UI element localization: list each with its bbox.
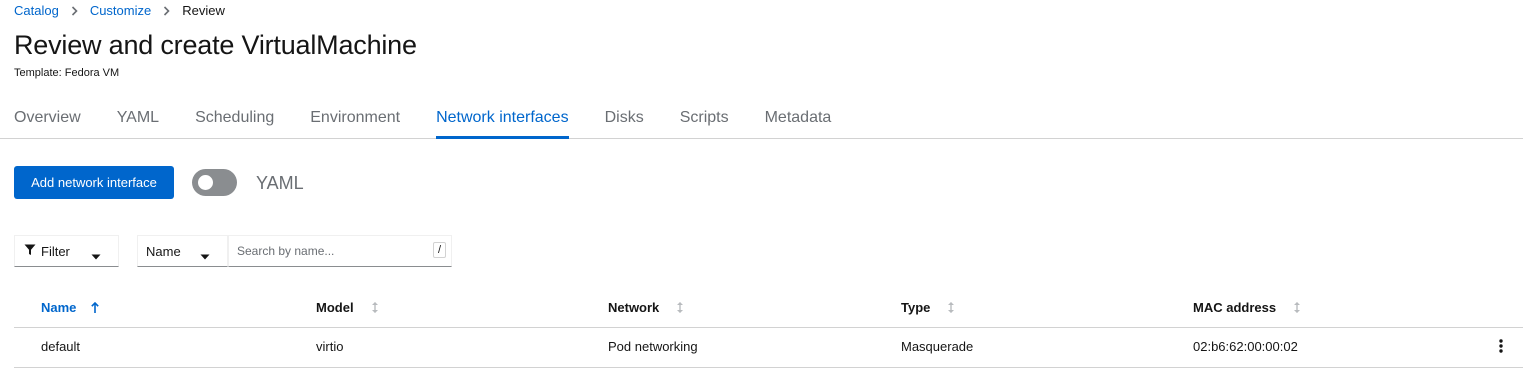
cell-model: virtio <box>316 339 344 354</box>
cell-network: Pod networking <box>608 339 698 354</box>
kebab-icon[interactable] <box>1495 338 1507 358</box>
arrows-alt-v-icon <box>947 301 955 314</box>
search-field: / <box>228 235 452 267</box>
column-label: Type <box>901 300 931 315</box>
tab-metadata[interactable]: Metadata <box>765 100 832 138</box>
column-label: Model <box>316 300 354 315</box>
breadcrumb: Catalog Customize Review <box>14 3 225 18</box>
tab-scheduling[interactable]: Scheduling <box>195 100 274 138</box>
breadcrumb-catalog-link[interactable]: Catalog <box>14 3 59 18</box>
chevron-right-icon <box>71 5 78 16</box>
yaml-toggle[interactable] <box>192 169 237 196</box>
cell-type: Masquerade <box>901 339 974 354</box>
filter-label: Filter <box>41 243 70 259</box>
tab-bar: Overview YAML Scheduling Environment Net… <box>0 100 1523 139</box>
tab-overview[interactable]: Overview <box>14 100 81 138</box>
caret-down-icon <box>91 248 101 263</box>
arrows-alt-v-icon <box>1293 301 1301 314</box>
shortcut-hint: / <box>433 242 446 258</box>
yaml-toggle-label: YAML <box>256 173 304 193</box>
page-title: Review and create VirtualMachine <box>14 30 417 60</box>
add-network-interface-button[interactable]: Add network interface <box>14 166 174 199</box>
attribute-select-label: Name <box>146 243 181 259</box>
tab-yaml[interactable]: YAML <box>117 100 159 138</box>
cell-mac-address: 02:b6:62:00:00:02 <box>1193 339 1298 354</box>
breadcrumb-customize-link[interactable]: Customize <box>90 3 151 18</box>
column-header-type[interactable]: Type <box>901 300 955 315</box>
tab-scripts[interactable]: Scripts <box>680 100 729 138</box>
arrows-alt-v-icon <box>676 301 684 314</box>
table-row: default virtio Pod networking Masquerade… <box>14 328 1523 368</box>
tab-network-interfaces[interactable]: Network interfaces <box>436 100 569 139</box>
column-header-name[interactable]: Name <box>41 300 100 315</box>
chevron-right-icon <box>163 5 170 16</box>
network-interfaces-table: Name Model Network Type MAC address defa… <box>14 288 1523 368</box>
column-label: Network <box>608 300 660 315</box>
attribute-select[interactable]: Name <box>137 235 228 267</box>
column-header-model[interactable]: Model <box>316 300 379 315</box>
column-label: MAC address <box>1193 300 1277 315</box>
table-header: Name Model Network Type MAC address <box>14 288 1523 328</box>
column-header-mac-address[interactable]: MAC address <box>1193 300 1301 315</box>
filter-icon <box>24 244 36 259</box>
arrows-alt-v-icon <box>371 301 379 314</box>
tab-environment[interactable]: Environment <box>310 100 400 138</box>
long-arrow-up-icon <box>91 301 100 314</box>
tab-disks[interactable]: Disks <box>605 100 644 138</box>
page-subtitle: Template: Fedora VM <box>14 67 120 79</box>
column-header-network[interactable]: Network <box>608 300 684 315</box>
filter-dropdown[interactable]: Filter <box>14 235 119 267</box>
toggle-knob <box>198 175 213 190</box>
cell-name: default <box>41 339 81 354</box>
caret-down-icon <box>200 248 210 263</box>
column-label: Name <box>41 300 77 315</box>
breadcrumb-current: Review <box>182 3 225 18</box>
search-input[interactable] <box>229 236 419 266</box>
